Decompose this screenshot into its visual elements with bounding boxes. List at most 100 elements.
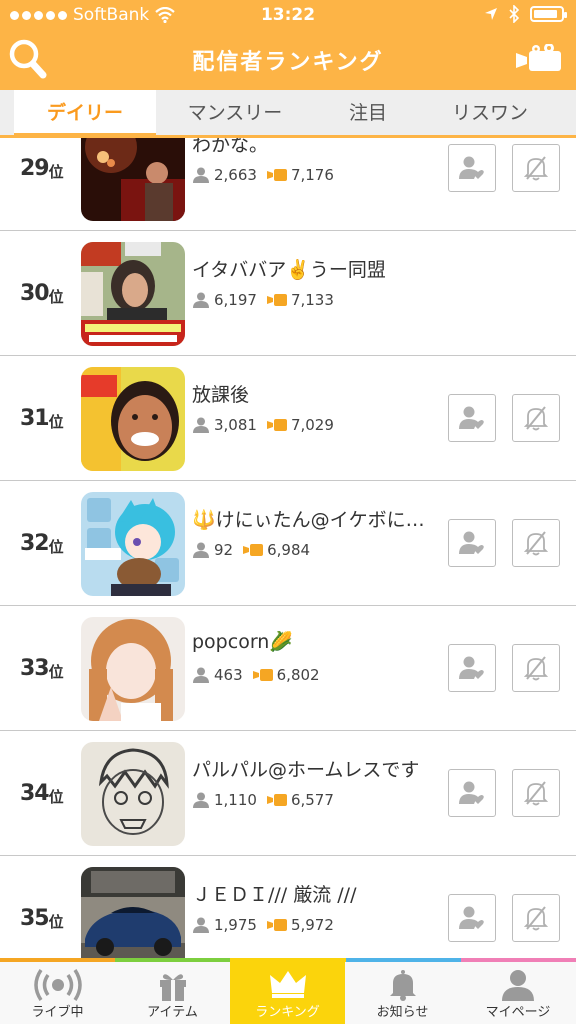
broadcaster-avatar[interactable] — [81, 617, 185, 721]
broadcaster-avatar[interactable] — [81, 492, 185, 596]
bell-muted-icon — [524, 531, 548, 556]
gift-icon — [159, 974, 186, 1001]
listener-count: 1,110 — [214, 791, 257, 809]
follow-button[interactable] — [448, 769, 496, 817]
broadcaster-avatar[interactable] — [81, 367, 185, 471]
rank-number: 30 位 — [20, 280, 64, 306]
broadcaster-stats: 92 6,984 — [192, 541, 310, 559]
location-icon — [485, 8, 497, 20]
navigation-bar: 配信者ランキング — [0, 30, 576, 90]
rank-number: 35 位 — [20, 905, 64, 931]
broadcaster-name[interactable]: イタババア✌️うー同盟 — [192, 255, 386, 282]
broadcaster-stats: 6,197 7,133 — [192, 291, 334, 309]
notification-toggle-button[interactable] — [512, 644, 560, 692]
nav-mypage-label: マイページ — [485, 1005, 551, 1020]
live-broadcast-icon — [33, 969, 82, 1001]
battery-icon — [530, 6, 567, 22]
listener-count: 2,663 — [214, 166, 257, 184]
nav-notifications[interactable]: お知らせ — [345, 962, 460, 1024]
tab-featured[interactable]: 注目 — [318, 90, 418, 135]
follow-button[interactable] — [448, 394, 496, 442]
follow-button[interactable] — [448, 519, 496, 567]
ranking-list[interactable]: 29 位 わかな。 2,663 7,176 30 位 イタババア✌️うー同盟 6… — [0, 138, 576, 958]
point-count: 7,176 — [290, 166, 334, 184]
follow-user-icon — [459, 781, 484, 804]
follow-user-icon — [459, 906, 484, 929]
follow-button[interactable] — [448, 644, 496, 692]
bell-muted-icon — [524, 906, 548, 931]
listener-count: 463 — [214, 666, 243, 684]
bell-muted-icon — [524, 406, 548, 431]
tab-riswan[interactable]: リスワン — [420, 90, 560, 135]
rank-number: 32 位 — [20, 530, 64, 556]
broadcaster-name[interactable]: わかな。 — [192, 138, 268, 157]
point-count: 7,133 — [290, 291, 334, 309]
broadcaster-name[interactable]: 放課後 — [192, 380, 249, 407]
notification-toggle-button[interactable] — [512, 144, 560, 192]
broadcaster-name[interactable]: パルパル@ホームレスです — [192, 755, 419, 782]
broadcast-button[interactable] — [516, 43, 566, 74]
ranking-row[interactable]: 34 位 パルパル@ホームレスです 1,110 6,577 — [0, 731, 576, 856]
listener-icon — [193, 292, 209, 308]
follow-user-icon — [459, 156, 484, 179]
follow-user-icon — [459, 656, 484, 679]
listener-icon — [193, 167, 209, 183]
nav-items[interactable]: アイテム — [115, 962, 230, 1024]
broadcaster-avatar[interactable] — [81, 138, 185, 221]
bell-icon — [389, 970, 416, 1001]
broadcaster-stats: 3,081 7,029 — [192, 416, 334, 434]
nav-ranking-label: ランキング — [255, 1005, 320, 1020]
notification-toggle-button[interactable] — [512, 894, 560, 942]
ranking-row[interactable]: 30 位 イタババア✌️うー同盟 6,197 7,133 — [0, 231, 576, 356]
nav-live-label: ライブ中 — [31, 1005, 84, 1020]
point-count: 6,984 — [267, 541, 311, 559]
broadcaster-avatar[interactable] — [81, 867, 185, 958]
broadcaster-name[interactable]: popcorn🌽 — [192, 630, 293, 653]
ranking-tabs: デイリー マンスリー 注目 リスワン — [0, 90, 576, 138]
ranking-row[interactable]: 35 位 ＪＥＤＩ/// 厳流 /// 1,975 5,972 — [0, 856, 576, 958]
listener-icon — [193, 917, 209, 933]
follow-button[interactable] — [448, 144, 496, 192]
ranking-row[interactable]: 29 位 わかな。 2,663 7,176 — [0, 138, 576, 231]
nav-live[interactable]: ライブ中 — [0, 962, 115, 1024]
listener-icon — [193, 542, 209, 558]
app-header: SoftBank 13:22 配信者ランキング — [0, 0, 576, 90]
nav-items-label: アイテム — [147, 1005, 198, 1020]
notification-toggle-button[interactable] — [512, 769, 560, 817]
ranking-row[interactable]: 31 位 放課後 3,081 7,029 — [0, 356, 576, 481]
nav-notifications-label: お知らせ — [376, 1005, 429, 1020]
status-bar: SoftBank 13:22 — [0, 0, 576, 30]
listener-icon — [193, 417, 209, 433]
listener-count: 3,081 — [214, 416, 257, 434]
listener-count: 1,975 — [214, 916, 257, 934]
broadcaster-avatar[interactable] — [81, 742, 185, 846]
ranking-row[interactable]: 32 位 🔱けにぃたん@イケボに… 92 6,984 — [0, 481, 576, 606]
broadcaster-stats: 2,663 7,176 — [192, 166, 334, 184]
bell-muted-icon — [524, 656, 548, 681]
listener-count: 92 — [214, 541, 234, 559]
video-camera-icon — [516, 43, 561, 71]
bluetooth-icon — [509, 5, 520, 23]
follow-button[interactable] — [448, 894, 496, 942]
rank-number: 34 位 — [20, 780, 64, 806]
point-count: 7,029 — [290, 416, 334, 434]
bell-muted-icon — [524, 156, 548, 181]
page-title: 配信者ランキング — [192, 50, 384, 75]
point-count: 5,972 — [290, 916, 334, 934]
crown-icon — [269, 971, 306, 998]
broadcast-point-icon — [266, 419, 287, 431]
broadcaster-avatar[interactable] — [81, 242, 185, 346]
listener-icon — [193, 792, 209, 808]
notification-toggle-button[interactable] — [512, 394, 560, 442]
broadcast-point-icon — [266, 794, 287, 806]
nav-ranking[interactable]: ランキング — [230, 962, 345, 1024]
ranking-row[interactable]: 33 位 popcorn🌽 463 6,802 — [0, 606, 576, 731]
broadcaster-name[interactable]: ＪＥＤＩ/// 厳流 /// — [192, 880, 357, 907]
bell-muted-icon — [524, 781, 548, 806]
tab-monthly[interactable]: マンスリー — [160, 90, 310, 135]
nav-mypage[interactable]: マイページ — [460, 962, 576, 1024]
notification-toggle-button[interactable] — [512, 519, 560, 567]
broadcaster-name[interactable]: 🔱けにぃたん@イケボに… — [192, 505, 425, 532]
tab-daily[interactable]: デイリー — [14, 90, 156, 137]
rank-number: 31 位 — [20, 405, 64, 431]
